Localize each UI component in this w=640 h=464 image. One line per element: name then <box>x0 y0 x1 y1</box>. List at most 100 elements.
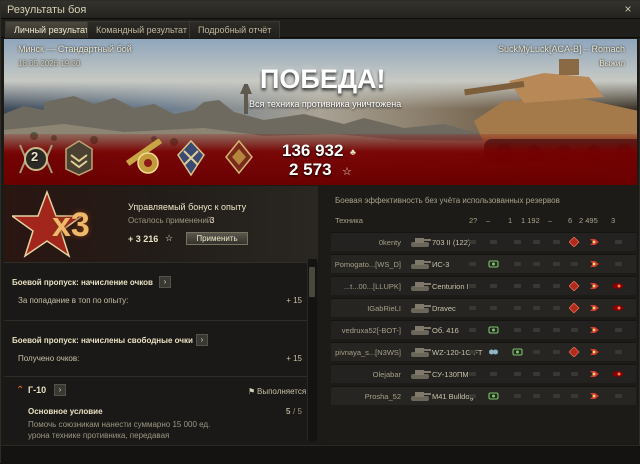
empty-slot-icon <box>514 284 521 288</box>
tab-bar: Личный результат Командный результат Под… <box>1 19 640 38</box>
xp-bonus-card: x3 Управляемый бонус к опыту Осталось пр… <box>4 186 318 262</box>
bonus-xp-star-icon: ☆ <box>165 233 174 243</box>
empty-slot-icon <box>553 284 560 288</box>
kill-icon <box>613 371 624 377</box>
efficiency-row[interactable]: IGabRieLI Dravec <box>331 298 636 317</box>
order-medal-icon <box>125 139 163 174</box>
spotting-icon <box>488 260 499 268</box>
tank-icon <box>411 260 431 269</box>
tank-icon <box>411 326 431 335</box>
expand-arrow-icon[interactable]: › <box>196 334 208 346</box>
critical-hit-icon <box>569 281 580 291</box>
critical-hit-icon <box>569 303 580 313</box>
empty-slot-icon <box>533 306 540 310</box>
condition-text-2: урона технике противника, передавая <box>28 431 170 440</box>
damage-icon <box>590 327 599 333</box>
mission-chevron-icon: ⌃ <box>16 385 25 396</box>
empty-slot-icon <box>490 372 497 376</box>
experience-star-icon: ☆ <box>342 166 352 178</box>
total-col-2: – <box>486 216 491 225</box>
condition-progress: 5 <box>286 407 291 416</box>
damage-icon <box>590 349 599 355</box>
mission-status: Выполняется <box>257 387 307 396</box>
damage-icon <box>590 305 599 311</box>
efficiency-row[interactable]: 0kenty 703 II (122) <box>331 232 636 251</box>
empty-slot-icon <box>615 350 622 354</box>
scrollbar-thumb[interactable] <box>309 267 315 297</box>
row-tank-name: Centurion I <box>432 282 469 291</box>
empty-slot-icon <box>533 350 540 354</box>
row-player-name: Olejabar <box>372 370 401 379</box>
vehicle-column-header: Техника <box>335 216 363 225</box>
empty-slot-icon <box>615 262 622 266</box>
efficiency-row[interactable]: vedruxa52[-BOT-] Об. 416 <box>331 320 636 339</box>
tank-icon <box>411 370 431 379</box>
empty-slot-icon <box>533 394 540 398</box>
empty-slot-icon <box>469 350 476 354</box>
empty-slot-icon <box>615 394 622 398</box>
empty-slot-icon <box>490 284 497 288</box>
kill-icon <box>613 305 624 311</box>
total-col-4: 1 192 <box>521 216 540 225</box>
efficiency-row[interactable]: Prosha_52 M41 Bulldog <box>331 386 636 405</box>
tab-personal-result[interactable]: Личный результат <box>5 21 98 38</box>
row-player-name: pivnaya_s...[N3WS] <box>335 348 401 357</box>
efficiency-row[interactable]: Pomogato...[WS_D] ИС-3 <box>331 254 636 273</box>
empty-slot-icon <box>514 394 521 398</box>
empty-slot-icon <box>469 284 476 288</box>
section-title-bp-free: Боевой пропуск: начислены свободные очки <box>12 336 193 345</box>
diamond-medal-icon <box>225 139 253 175</box>
empty-slot-icon <box>571 328 578 332</box>
row-player-name: ...t...00...[LLUPK] <box>343 282 401 291</box>
tab-detailed-report[interactable]: Подробный отчёт <box>189 21 281 38</box>
bottom-bar <box>1 445 640 464</box>
tab-team-result[interactable]: Командный результат <box>87 21 196 38</box>
empty-slot-icon <box>490 306 497 310</box>
total-col-5: – <box>548 216 553 225</box>
efficiency-row[interactable]: ...t...00...[LLUPK] Centurion I <box>331 276 636 295</box>
efficiency-title: Боевая эффективность без учёта использов… <box>335 196 560 205</box>
close-icon[interactable]: × <box>621 2 635 16</box>
empty-slot-icon <box>469 262 476 266</box>
efficiency-row[interactable]: Olejabar СУ-130ПМ <box>331 364 636 383</box>
bonus-title: Управляемый бонус к опыту <box>128 202 247 212</box>
bonus-remaining-label: Осталось применений: <box>128 216 214 225</box>
total-col-8: 3 <box>611 216 616 225</box>
row-tank-name: ИС-3 <box>432 260 450 269</box>
tank-icon <box>411 348 431 357</box>
section-title-bp-points: Боевой пропуск: начисление очков <box>12 278 153 287</box>
spotting-icon <box>512 348 523 356</box>
total-col-6: 6 <box>568 216 573 225</box>
empty-slot-icon <box>490 240 497 244</box>
empty-slot-icon <box>514 240 521 244</box>
critical-hit-icon <box>569 237 580 247</box>
survival-status: Выжил <box>599 59 625 68</box>
empty-slot-icon <box>533 284 540 288</box>
row-player-name: 0kenty <box>378 238 401 247</box>
empty-slot-icon <box>553 306 560 310</box>
bonus-xp-value: + 3 216 <box>128 234 159 244</box>
mastery-count: 2 <box>31 149 39 164</box>
apply-bonus-button[interactable]: Применить <box>186 232 248 245</box>
expand-arrow-icon[interactable]: › <box>159 276 171 288</box>
efficiency-row[interactable]: pivnaya_s...[N3WS] WZ-120-1G FT <box>331 342 636 361</box>
battle-results-window: Результаты боя × Личный результат Команд… <box>0 0 640 464</box>
rank-chevron-icon <box>65 140 93 176</box>
left-scrollbar[interactable] <box>307 259 317 441</box>
mission-name: Г-10 <box>28 385 47 395</box>
victory-title: ПОБЕДА! <box>260 64 386 94</box>
empty-slot-icon <box>469 394 476 398</box>
flag-icon: ⚑ <box>248 387 256 396</box>
empty-slot-icon <box>533 328 540 332</box>
empty-slot-icon <box>514 328 521 332</box>
empty-slot-icon <box>553 394 560 398</box>
empty-slot-icon <box>469 240 476 244</box>
empty-slot-icon <box>469 372 476 376</box>
mission-arrow-icon[interactable]: › <box>54 384 66 396</box>
section-line-bp-points: За попадание в топ по опыту: <box>18 296 129 305</box>
empty-slot-icon <box>533 240 540 244</box>
row-tank-name: Dravec <box>432 304 456 313</box>
row-player-name: vedruxa52[-BOT-] <box>341 326 401 335</box>
row-tank-name: 703 II (122) <box>432 238 471 247</box>
credits-value: 136 932 <box>282 141 344 160</box>
